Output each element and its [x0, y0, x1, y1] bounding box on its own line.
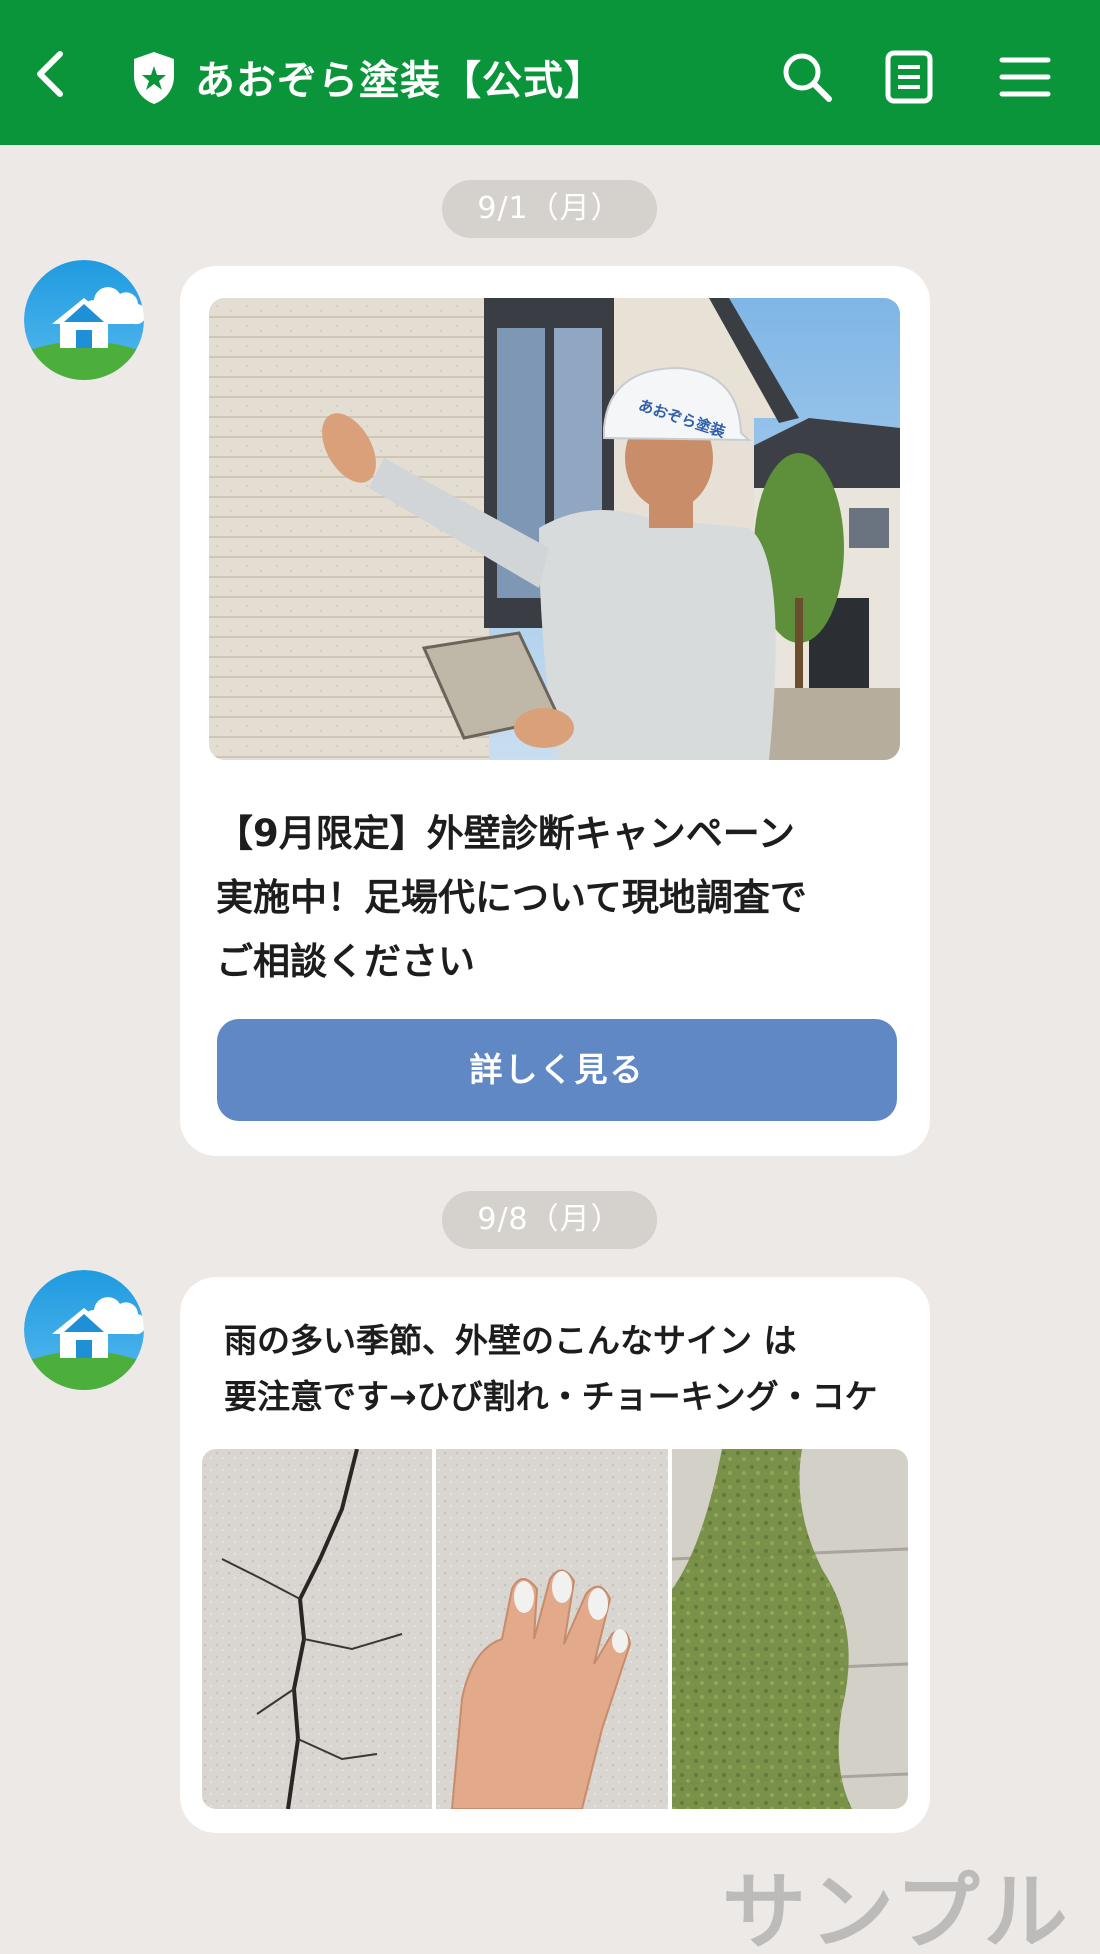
app-header: あおぞら塗装【公式】 [0, 0, 1100, 145]
campaign-message-bubble: あおぞら塗装 【9月限定】外壁診断キャンペーン 実施中！足場代について現地調査で… [180, 266, 930, 1156]
moss-image [671, 1449, 908, 1809]
details-button[interactable]: 詳しく見る [217, 1019, 897, 1121]
date-separator: 9/8（月） [442, 1191, 657, 1249]
crack-image [202, 1449, 432, 1809]
account-avatar[interactable] [24, 260, 144, 380]
verified-shield-icon [134, 52, 174, 104]
house-logo-icon [24, 1270, 144, 1390]
sample-watermark: サンプル [722, 1863, 1072, 1954]
message-line: 【9月限定】外壁診断キャンペーン [216, 812, 795, 855]
back-chevron-icon[interactable] [28, 46, 76, 102]
message-line: 実施中！足場代について現地調査で [216, 876, 807, 919]
message-line: ご相談ください [216, 940, 475, 983]
menu-icon[interactable] [998, 50, 1052, 104]
inspector-photo: あおぞら塗装 [209, 298, 900, 760]
message-line: 要注意です→ひび割れ・チョーキング・コケ [224, 1377, 878, 1416]
chat-title: あおぞら塗装【公式】 [195, 58, 605, 104]
chalking-image [436, 1449, 668, 1809]
search-icon[interactable] [780, 50, 834, 104]
notes-icon[interactable] [882, 50, 936, 104]
house-logo-icon [24, 260, 144, 380]
message-line: 雨の多い季節、外壁のこんなサイン は [224, 1321, 797, 1360]
campaign-message-text: 【9月限定】外壁診断キャンペーン 実施中！足場代について現地調査で ご相談くださ… [216, 802, 896, 994]
tips-message-text: 雨の多い季節、外壁のこんなサイン は 要注意です→ひび割れ・チョーキング・コケ [224, 1313, 904, 1425]
seasonal-tips-message-bubble: 雨の多い季節、外壁のこんなサイン は 要注意です→ひび割れ・チョーキング・コケ [180, 1277, 930, 1833]
date-separator: 9/1（月） [442, 180, 657, 238]
account-avatar[interactable] [24, 1270, 144, 1390]
wall-symptom-images [202, 1449, 908, 1809]
wall-inspection-image: あおぞら塗装 [209, 298, 900, 760]
